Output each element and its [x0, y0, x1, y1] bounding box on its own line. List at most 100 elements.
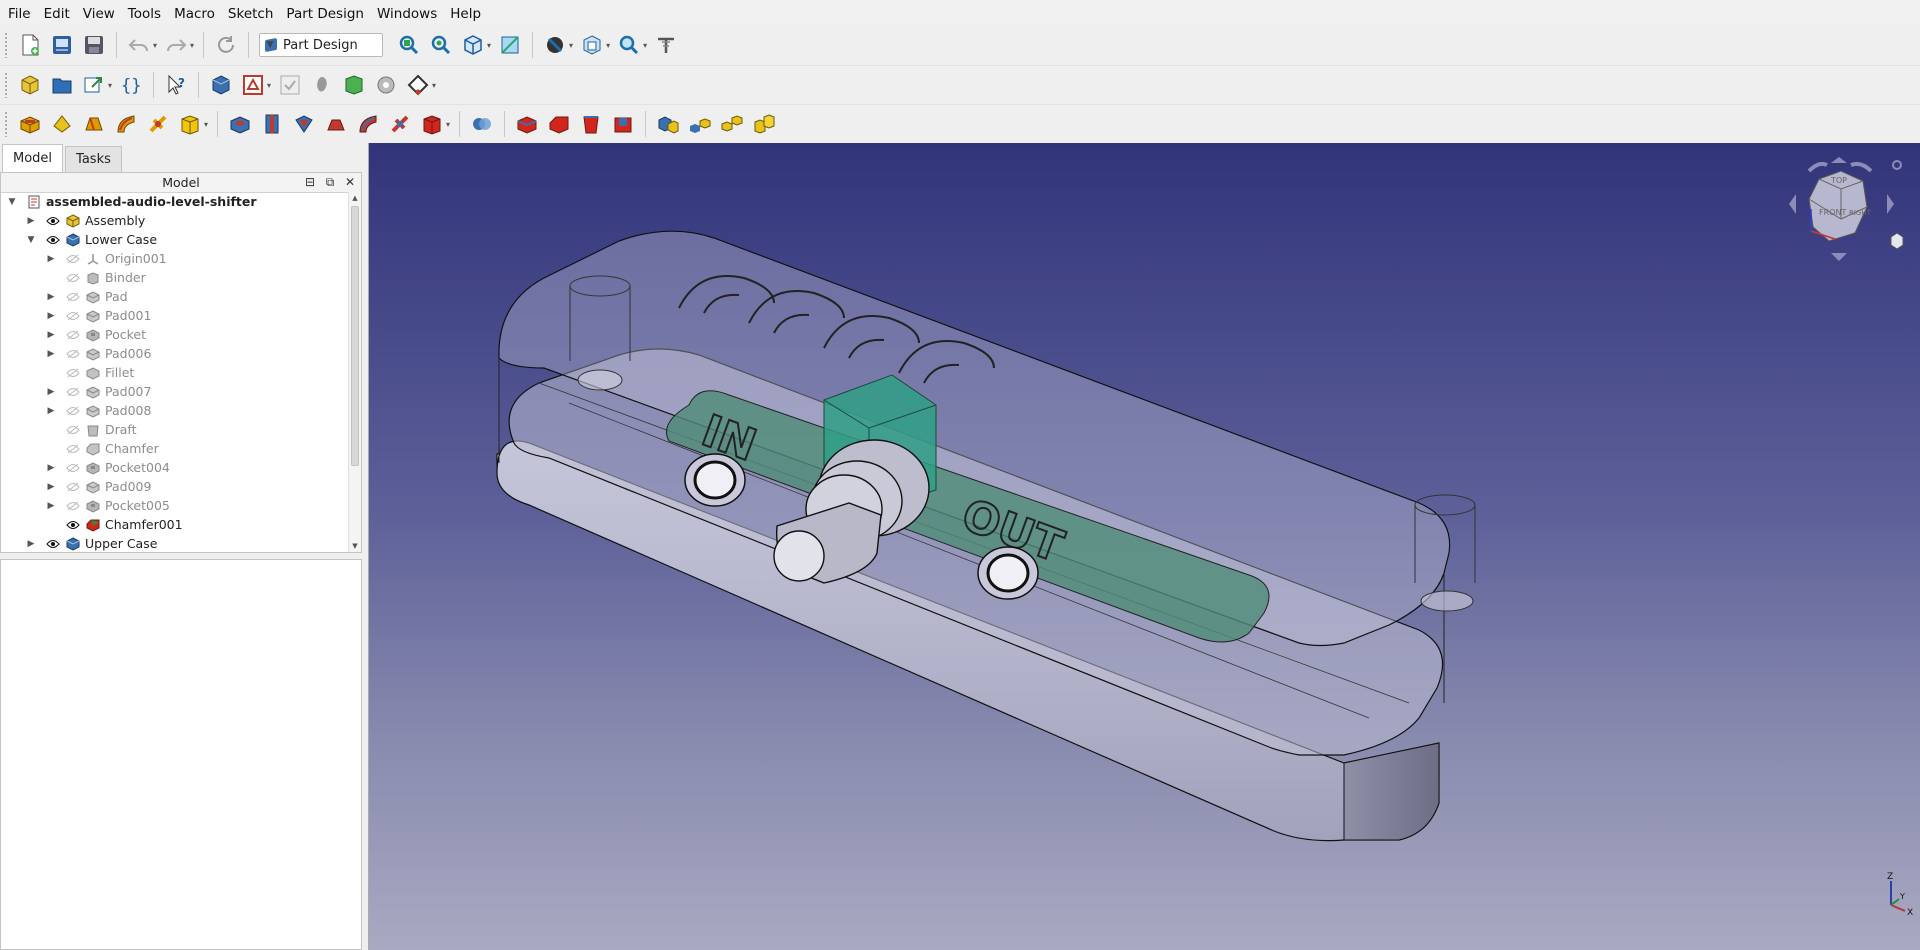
nav-cube-right[interactable]: RIGHT	[1849, 209, 1872, 217]
undo-dropdown-icon[interactable]: ▾	[153, 41, 157, 50]
views-dropdown-icon[interactable]: ▾	[487, 41, 491, 50]
chamfer-button[interactable]	[547, 112, 571, 136]
hidden-eye-icon[interactable]	[66, 444, 80, 454]
clone-button[interactable]	[374, 73, 398, 97]
pad-button[interactable]	[18, 112, 42, 136]
polar-pattern-button[interactable]	[720, 112, 744, 136]
collapsed-arrow-icon[interactable]: ▶	[46, 349, 56, 359]
tree-item[interactable]: ▶ Pad006	[1, 344, 350, 363]
scroll-up-icon[interactable]: ▲	[349, 192, 361, 204]
visible-eye-icon[interactable]	[66, 520, 80, 530]
collapsed-arrow-icon[interactable]: ▶	[26, 539, 36, 549]
toolbar-grip[interactable]	[4, 111, 8, 137]
tree-item[interactable]: ▶ Assembly	[1, 211, 350, 230]
additive-helix-button[interactable]	[146, 112, 170, 136]
fit-all-button[interactable]	[397, 33, 421, 57]
collapsed-arrow-icon[interactable]: ▶	[46, 482, 56, 492]
nav-arrow-up-icon[interactable]	[1831, 157, 1847, 163]
multi-transform-button[interactable]	[752, 112, 776, 136]
menu-edit[interactable]: Edit	[39, 0, 75, 28]
collapsed-arrow-icon[interactable]: ▶	[46, 387, 56, 397]
collapsed-arrow-icon[interactable]: ▶	[26, 216, 36, 226]
collapse-panel-icon[interactable]: ⊟	[302, 174, 318, 190]
float-panel-icon[interactable]: ⧉	[322, 174, 338, 190]
link-dropdown-icon[interactable]: ▾	[108, 81, 112, 90]
toolbar-grip[interactable]	[4, 32, 8, 58]
link-button[interactable]	[82, 73, 106, 97]
redo-dropdown-icon[interactable]: ▾	[190, 41, 194, 50]
collapsed-arrow-icon[interactable]: ▶	[46, 501, 56, 511]
collapsed-arrow-icon[interactable]: ▶	[46, 292, 56, 302]
visible-eye-icon[interactable]	[46, 235, 60, 245]
new-document-button[interactable]	[18, 33, 42, 57]
measure-button[interactable]	[498, 33, 522, 57]
nav-cube-top[interactable]: TOP	[1830, 176, 1847, 185]
boolean-button[interactable]	[470, 112, 494, 136]
tab-tasks[interactable]: Tasks	[65, 146, 122, 172]
subtractive-loft-button[interactable]	[324, 112, 348, 136]
sketch-dropdown-icon[interactable]: ▾	[267, 81, 271, 90]
tree-item[interactable]: ▶ Upper Case	[1, 534, 350, 553]
whats-this-button[interactable]: ?	[164, 73, 188, 97]
linear-pattern-button[interactable]	[688, 112, 712, 136]
thickness-button[interactable]	[611, 112, 635, 136]
nav-arrow-left-icon[interactable]	[1789, 194, 1796, 214]
tree-item[interactable]: ▼ Lower Case	[1, 230, 350, 249]
hidden-eye-icon[interactable]	[66, 463, 80, 473]
nav-menu-icon[interactable]	[1892, 160, 1902, 170]
nav-arrow-down-icon[interactable]	[1831, 253, 1847, 261]
create-sketch-button[interactable]	[241, 73, 265, 97]
measure-tool-button[interactable]	[654, 33, 678, 57]
redo-button[interactable]	[164, 33, 188, 57]
fit-selection-button[interactable]	[429, 33, 453, 57]
subtractive-box-button[interactable]	[420, 112, 444, 136]
menu-file[interactable]: File	[3, 0, 36, 28]
create-part-button[interactable]	[18, 73, 42, 97]
hidden-eye-icon[interactable]	[66, 387, 80, 397]
hidden-eye-icon[interactable]	[66, 330, 80, 340]
menu-help[interactable]: Help	[445, 0, 486, 28]
subtractive-primitive-dropdown-icon[interactable]: ▾	[446, 120, 450, 129]
create-group-button[interactable]	[50, 73, 74, 97]
datum-plane-button[interactable]	[406, 73, 430, 97]
additive-primitive-dropdown-icon[interactable]: ▾	[204, 120, 208, 129]
pocket-button[interactable]	[228, 112, 252, 136]
menu-windows[interactable]: Windows	[372, 0, 442, 28]
undo-button[interactable]	[127, 33, 151, 57]
hidden-eye-icon[interactable]	[66, 254, 80, 264]
datum-dropdown-icon[interactable]: ▾	[432, 81, 436, 90]
zoom-button[interactable]	[617, 33, 641, 57]
tree-item[interactable]: ▶ Pad001	[1, 306, 350, 325]
mirrored-button[interactable]	[656, 112, 680, 136]
collapsed-arrow-icon[interactable]: ▶	[46, 463, 56, 473]
tree-item[interactable]: Binder	[1, 268, 350, 287]
workbench-selector[interactable]: Part Design ▼	[259, 33, 384, 57]
menu-tools[interactable]: Tools	[123, 0, 166, 28]
scroll-down-icon[interactable]: ▼	[349, 540, 361, 552]
subtractive-pipe-button[interactable]	[356, 112, 380, 136]
nav-arrow-right-icon[interactable]	[1887, 194, 1894, 214]
revolution-button[interactable]	[50, 112, 74, 136]
scrollbar-thumb[interactable]	[351, 206, 359, 466]
collapsed-arrow-icon[interactable]: ▶	[46, 330, 56, 340]
hole-button[interactable]	[260, 112, 284, 136]
rotate-left-icon[interactable]	[1807, 161, 1828, 173]
tree-item[interactable]: ▶ Pocket005	[1, 496, 350, 515]
tab-model[interactable]: Model	[2, 144, 64, 172]
menu-macro[interactable]: Macro	[169, 0, 220, 28]
tree-item[interactable]: ▶ Pocket004	[1, 458, 350, 477]
hidden-eye-icon[interactable]	[66, 501, 80, 511]
fillet-button[interactable]	[515, 112, 539, 136]
tree-item[interactable]: ▶ Pad007	[1, 382, 350, 401]
menu-sketch[interactable]: Sketch	[223, 0, 278, 28]
hidden-eye-icon[interactable]	[66, 482, 80, 492]
shape-binder-button[interactable]	[342, 73, 366, 97]
draw-style-button[interactable]	[543, 33, 567, 57]
rotate-right-icon[interactable]	[1850, 161, 1873, 173]
tree-item[interactable]: ▼ assembled-audio-level-shifter	[1, 192, 350, 211]
close-icon[interactable]: ✕	[342, 174, 358, 190]
validate-sketch-button[interactable]	[278, 73, 302, 97]
save-button[interactable]	[82, 33, 106, 57]
collapsed-arrow-icon[interactable]: ▶	[46, 311, 56, 321]
datum-point-button[interactable]	[310, 73, 334, 97]
